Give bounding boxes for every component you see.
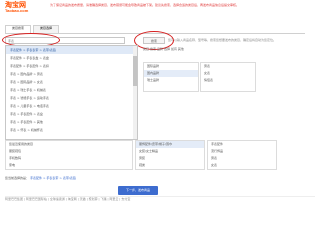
category-list-1: 您最近使用的类目 服装鞋包 手机数码 家电 <box>5 140 133 170</box>
breadcrumb-prefix: 您当前选择的是： <box>5 176 30 180</box>
logo-site-text: Taobao.com <box>5 8 29 13</box>
category-row[interactable]: 手机数码 <box>6 155 132 162</box>
category-column-a: 国际品牌 国内品牌 瑞士品牌 <box>143 62 199 92</box>
right-tab[interactable]: 品牌 <box>157 47 163 51</box>
right-tab[interactable]: 选择 <box>164 47 170 51</box>
tab-category-select[interactable]: 类目选择 <box>33 25 60 33</box>
category-row[interactable]: 瑞士品牌 <box>144 77 198 84</box>
suggestion-item[interactable]: 手表 > 智能手表 > 运动手表 <box>6 94 137 102</box>
right-tab[interactable]: 如有 <box>171 47 177 51</box>
suggestion-item[interactable]: 手表 > 儿童手表 > 电话手表 <box>6 102 137 110</box>
category-row[interactable]: 家电 <box>6 162 132 169</box>
notice-text: 为了保证商品的发布质量，请准确选择类目，发布错误可能会导致商品被下架。建议先搜索… <box>50 3 240 7</box>
tab-bar: 类目搜索 类目选择 <box>5 25 61 33</box>
breadcrumb-path-link[interactable]: 手表配件 > 手表表带 > 表带/表链 <box>30 176 76 180</box>
suggestion-item[interactable]: 手表 > 瑞士手表 > 机械表 <box>6 86 137 94</box>
suggestion-item[interactable]: 手表 > 国际品牌 > 女表 <box>6 78 137 86</box>
category-row[interactable]: 手表配件 <box>208 141 276 148</box>
category-row[interactable]: 女表 <box>208 162 276 169</box>
category-list-3: 手表配件 流行饰品 男表 女表 <box>207 140 277 170</box>
category-row[interactable]: 情侣表 <box>201 77 255 84</box>
suggestion-item[interactable]: 手表 > 国内品牌 > 男表 <box>6 70 137 78</box>
category-row[interactable]: 男表 <box>208 155 276 162</box>
next-publish-button[interactable]: 下一步，发布商品 <box>118 186 158 195</box>
search-hint: 您可以输入商品名称、型号等，搜索您想要发布的类目，确定后将自动为您定位。 <box>168 38 277 42</box>
suggestion-item[interactable]: 手表配件 > 手表配件 > 表扣 <box>6 62 137 70</box>
suggestion-item[interactable]: 手表配件 > 手表表带 > 表带/表链 <box>6 46 137 54</box>
suggestion-item[interactable]: 手表配件 > 手表表盘 > 表盘 <box>6 54 137 62</box>
suggestion-item[interactable]: 手表 > 怀表 > 机械怀表 <box>6 126 137 134</box>
category-row[interactable]: 流行饰品 <box>208 148 276 155</box>
right-tab[interactable]: 其他 <box>178 47 184 51</box>
category-row[interactable]: 服饰配件/皮带/帽子/围巾 <box>136 141 204 148</box>
taobao-logo: 淘宝网 Taobao.com <box>5 2 28 13</box>
category-row[interactable]: 国际品牌 <box>144 63 198 70</box>
category-column-b: 男表 女表 情侣表 <box>200 62 256 92</box>
footer-links[interactable]: 阿里巴巴集团 | 阿里巴巴国际站 | 全球速卖通 | 淘宝网 | 天猫 | 聚划… <box>5 196 315 201</box>
dropdown-scroll-thumb[interactable] <box>133 56 137 86</box>
right-tab[interactable]: 搜索 <box>150 47 156 51</box>
selected-category-breadcrumb: 您当前选择的是： 手表配件 > 手表表带 > 表带/表链 <box>5 176 205 180</box>
category-row[interactable]: 男表 <box>201 63 255 70</box>
category-row[interactable]: 服装鞋包 <box>6 148 132 155</box>
category-table: 您最近使用的类目 服装鞋包 手机数码 家电 服饰配件/皮带/帽子/围巾 女装/女… <box>5 140 305 170</box>
category-row[interactable]: 国内品牌 <box>144 70 198 77</box>
category-list-2: 服饰配件/皮带/帽子/围巾 女装/女士精品 男装 鞋类 <box>135 140 205 170</box>
category-row[interactable]: 您最近使用的类目 <box>6 141 132 148</box>
category-row[interactable]: 鞋类 <box>136 162 204 169</box>
suggestion-item[interactable]: 手表 > 手表配件 > 其他 <box>6 118 137 126</box>
suggestion-item[interactable]: 手表 > 手表配件 > 表盒 <box>6 110 137 118</box>
category-row[interactable]: 男装 <box>136 155 204 162</box>
right-tab[interactable]: 类目 <box>143 47 149 51</box>
category-row[interactable]: 女装/女士精品 <box>136 148 204 155</box>
tab-category-search[interactable]: 类目搜索 <box>5 25 32 33</box>
right-panel-tabs: 类目 搜索 品牌 选择 如有 其他 <box>143 47 313 53</box>
category-row[interactable]: 女表 <box>201 70 255 77</box>
search-suggestion-dropdown: 手表配件 > 手表表带 > 表带/表链 手表配件 > 手表表盘 > 表盘 手表配… <box>5 45 138 140</box>
